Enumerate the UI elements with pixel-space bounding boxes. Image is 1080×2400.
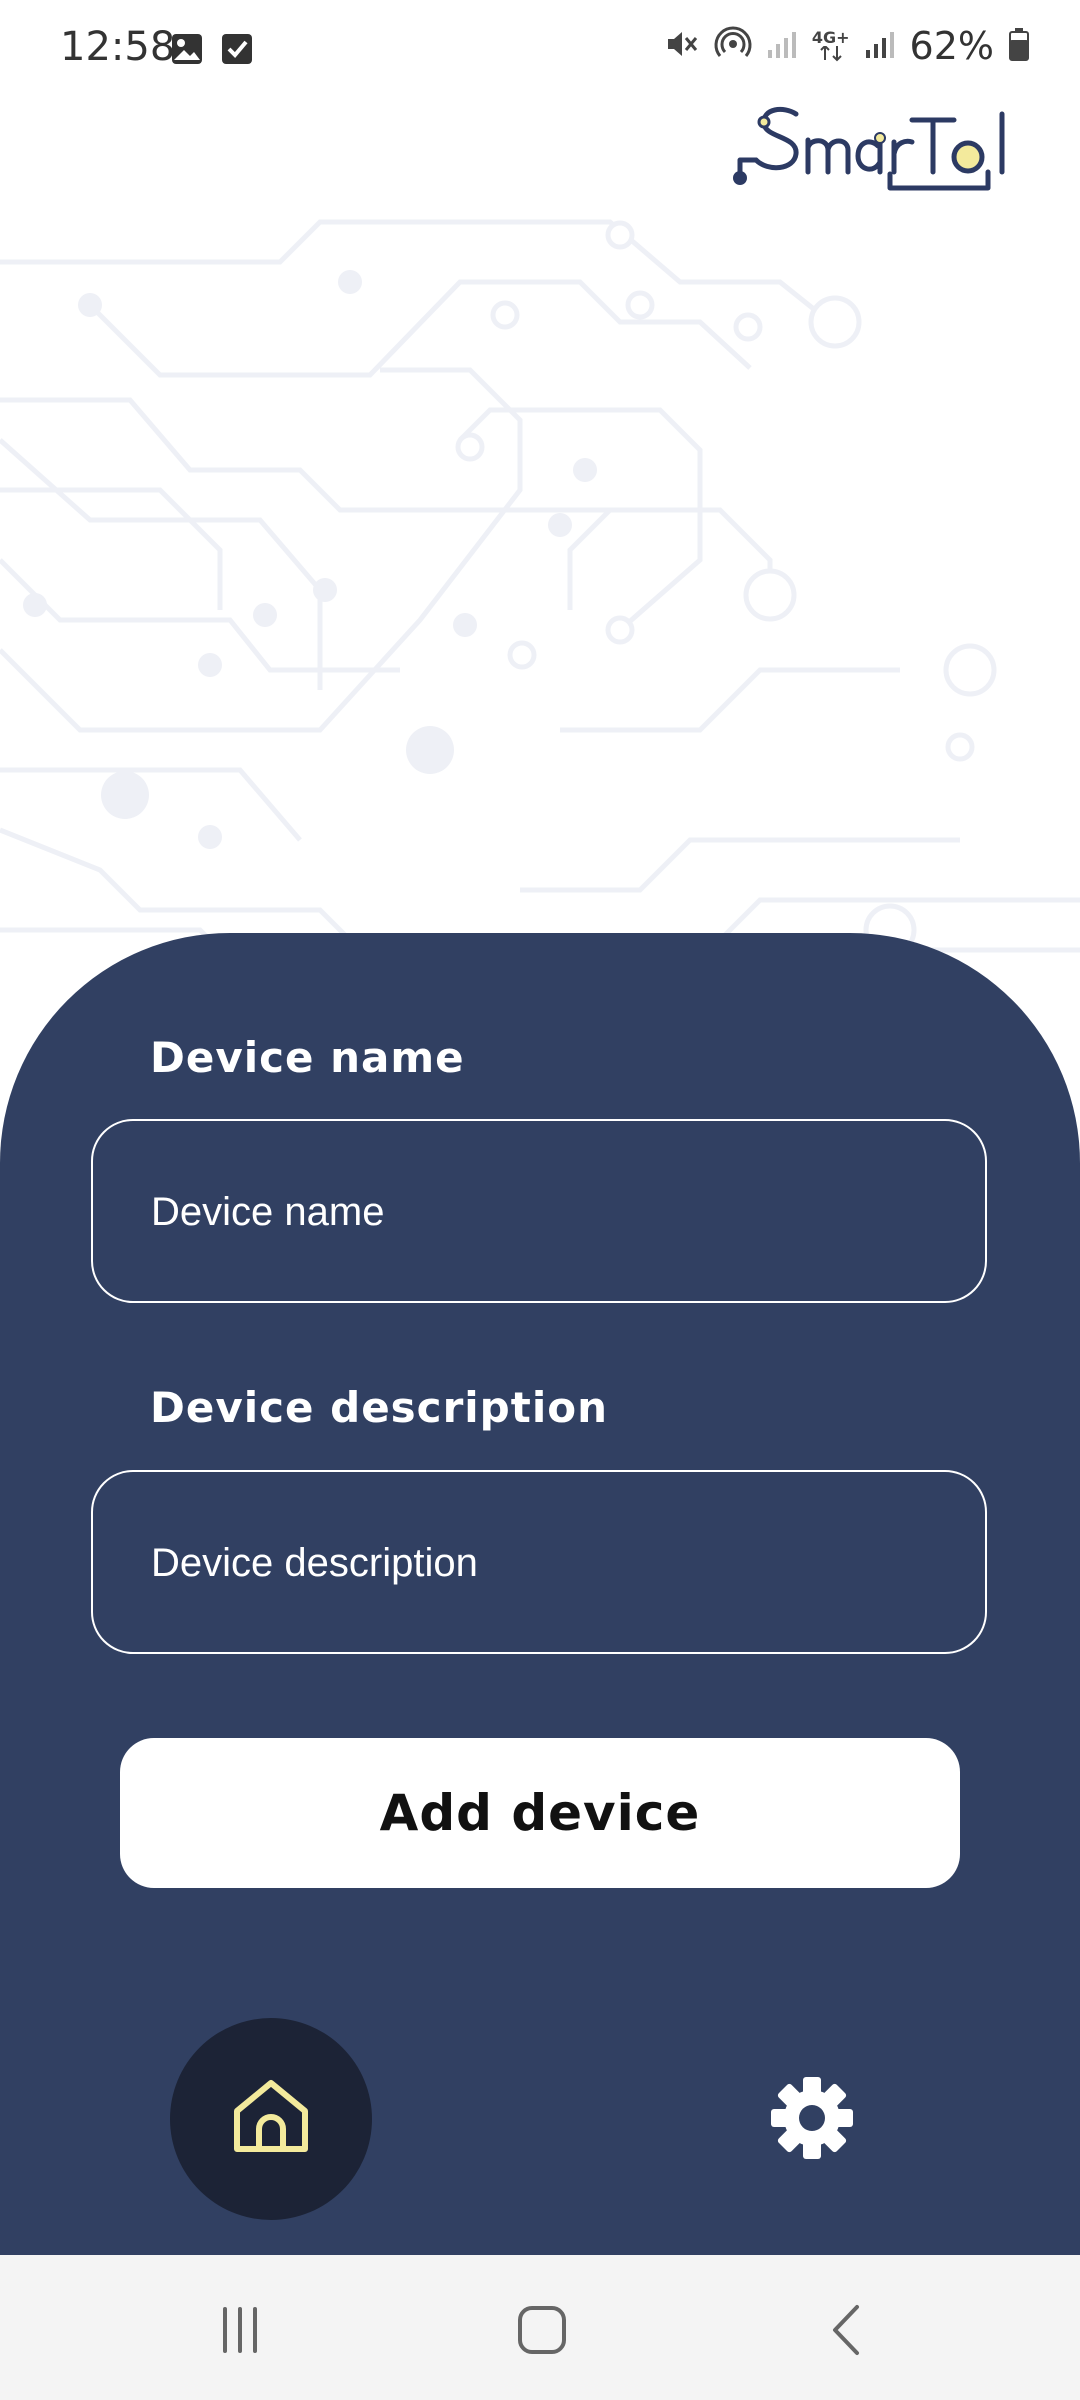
device-name-field[interactable] xyxy=(91,1119,987,1303)
device-description-label: Device description xyxy=(150,1383,608,1432)
home-circle-icon xyxy=(515,2303,569,2362)
signal-icon xyxy=(766,28,798,65)
home-icon xyxy=(229,2075,313,2164)
checkbox-icon xyxy=(220,32,254,71)
recent-apps-button[interactable] xyxy=(200,2297,280,2367)
system-home-button[interactable] xyxy=(502,2297,582,2367)
battery-percent: 62% xyxy=(909,24,994,68)
network-4g-icon: 4G+ xyxy=(812,30,850,62)
recent-apps-icon xyxy=(215,2305,265,2360)
back-icon xyxy=(823,2303,873,2362)
form-panel: Device name Device description xyxy=(0,933,1080,2255)
device-description-input[interactable] xyxy=(149,1472,933,1654)
device-name-label: Device name xyxy=(150,1033,465,1082)
nav-home-button[interactable] xyxy=(170,2018,372,2220)
system-navigation-bar xyxy=(0,2255,1080,2400)
status-bar: 12:58 4G+ 62% xyxy=(0,0,1080,100)
back-button[interactable] xyxy=(808,2297,888,2367)
mute-icon xyxy=(664,26,700,67)
gear-icon xyxy=(769,2075,855,2166)
signal-icon xyxy=(864,28,896,65)
battery-icon xyxy=(1008,27,1030,66)
add-device-button[interactable]: Add device xyxy=(120,1738,960,1888)
device-name-input[interactable] xyxy=(149,1121,933,1303)
hotspot-icon xyxy=(714,25,752,68)
device-description-field[interactable] xyxy=(91,1470,987,1654)
image-icon xyxy=(170,32,204,71)
status-time: 12:58 xyxy=(60,24,176,70)
nav-settings-button[interactable] xyxy=(762,2070,862,2170)
